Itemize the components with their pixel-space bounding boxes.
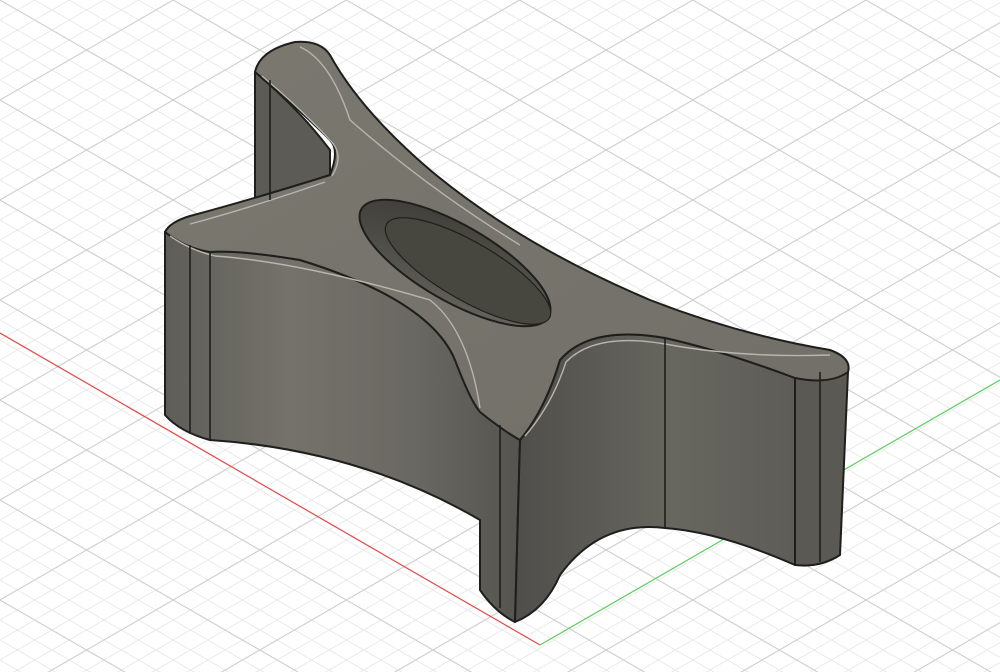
3d-viewport[interactable] bbox=[0, 0, 1000, 672]
3d-canvas[interactable] bbox=[0, 0, 1000, 672]
right-end-face bbox=[794, 359, 849, 567]
